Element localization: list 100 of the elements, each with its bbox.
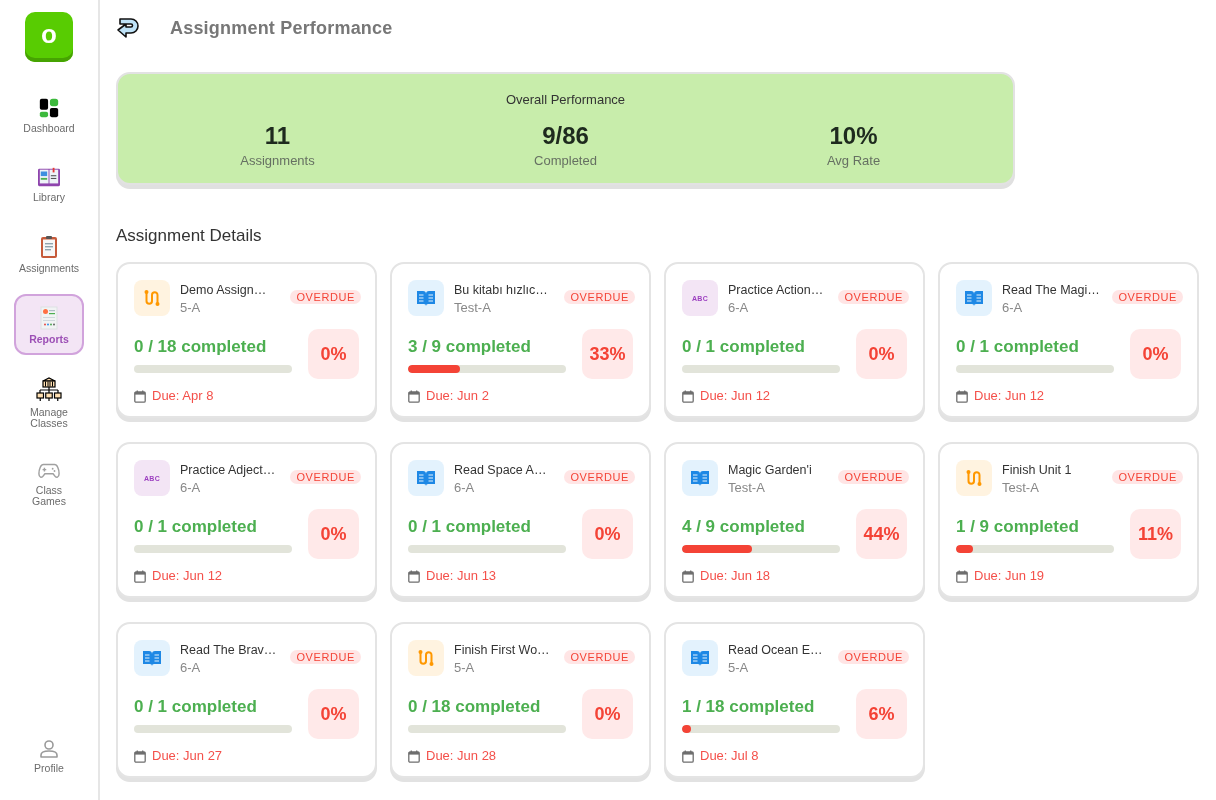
completion-percent: 0% [308,689,359,739]
open-book-icon [682,460,718,496]
due-date: Due: Jul 8 [700,748,759,764]
clipboard-icon [38,235,60,259]
assignment-title: Read Ocean E… [728,642,823,659]
route-icon [956,460,992,496]
route-icon [408,640,444,676]
gamepad-icon [38,461,60,481]
completion-count: 0 / 18 completed [408,695,542,718]
assignment-title: Finish Unit 1 [1002,462,1072,479]
assignment-title: Practice Adject… [180,462,276,479]
class-name: 6-A [180,479,201,497]
assignment-title: Read The Brav… [180,642,277,659]
nav-item[interactable]: Library [14,154,84,213]
calendar-icon [682,569,694,583]
assignment-title: Bu kitabı hızlıc… [454,282,548,299]
class-name: Test-A [454,299,491,317]
stat-label: Completed [534,153,597,169]
nav-item[interactable]: Class Games [14,449,84,517]
due-date: Due: Apr 8 [152,388,214,404]
class-name: 6-A [1002,299,1023,317]
calendar-icon [956,389,968,403]
completion-percent: 0% [856,329,907,379]
nav-item[interactable]: Manage Classes [14,365,84,439]
calendar-icon [134,569,146,583]
nav-item[interactable]: Profile [14,727,84,784]
due-date: Due: Jun 12 [152,568,223,584]
completion-percent: 44% [856,509,907,559]
nav-item[interactable]: Assignments [14,223,84,284]
completion-count: 0 / 1 completed [408,515,532,538]
section-heading: Assignment Details [116,226,262,246]
assignment-title: Read Space A… [454,462,547,479]
nav-item[interactable]: Reports [14,294,84,355]
calendar-icon [134,749,146,763]
summary-title: Overall Performance [505,92,626,107]
stat-value: 10% [829,122,878,150]
stat-value: 11 [264,122,291,150]
status-badge: OVERDUE [838,290,909,304]
app-logo: o [25,12,73,62]
completion-count: 0 / 18 completed [134,335,268,358]
completion-percent: 0% [308,329,359,379]
assignment-title: Magic Garden'i [728,462,812,479]
due-date: Due: Jun 19 [974,568,1045,584]
calendar-icon [682,749,694,763]
due-date: Due: Jun 18 [700,568,771,584]
completion-count: 1 / 18 completed [682,695,816,718]
assignment-title: Read The Magi… [1002,282,1100,299]
open-book-icon [682,640,718,676]
completion-count: 0 / 1 completed [682,335,806,358]
due-date: Due: Jun 13 [426,568,497,584]
open-book-icon [134,640,170,676]
due-date: Due: Jun 12 [700,388,771,404]
class-name: 5-A [180,299,201,317]
completion-percent: 6% [856,689,907,739]
status-badge: OVERDUE [290,470,361,484]
open-book-icon [37,166,61,188]
completion-percent: 0% [582,509,633,559]
stat-value: 9/86 [542,122,589,150]
class-name: 5-A [728,659,749,677]
back-button[interactable] [116,17,140,39]
calendar-icon [408,749,420,763]
nav-item[interactable]: Dashboard [14,85,84,144]
report-sheet-icon [38,306,60,330]
class-name: 6-A [454,479,475,497]
completion-count: 3 / 9 completed [408,335,532,358]
class-name: 6-A [180,659,201,677]
completion-count: 0 / 1 completed [134,515,258,538]
person-icon [39,739,59,759]
due-date: Due: Jun 2 [426,388,489,404]
curved-arrow-icon [116,17,140,39]
completion-percent: 0% [308,509,359,559]
completion-percent: 11% [1130,509,1181,559]
class-name: 6-A [728,299,749,317]
open-book-icon [956,280,992,316]
status-badge: OVERDUE [564,470,635,484]
completion-percent: 0% [582,689,633,739]
assignment-title: Demo Assign… [180,282,267,299]
due-date: Due: Jun 12 [974,388,1045,404]
route-icon [134,280,170,316]
completion-count: 0 / 1 completed [956,335,1080,358]
building-network-icon [36,377,62,403]
status-badge: OVERDUE [564,650,635,664]
open-book-icon [408,280,444,316]
assignment-title: Finish First Wo… [454,642,550,659]
calendar-icon [134,389,146,403]
status-badge: OVERDUE [564,290,635,304]
completion-count: 4 / 9 completed [682,515,806,538]
stat-label: Avg Rate [826,153,881,169]
stat-label: Assignments [240,153,315,169]
open-book-icon [408,460,444,496]
page-title: Assignment Performance [170,17,393,39]
status-badge: OVERDUE [1112,470,1183,484]
calendar-icon [408,389,420,403]
assignment-title: Practice Action… [728,282,824,299]
calendar-icon [682,389,694,403]
completion-count: 1 / 9 completed [956,515,1080,538]
calendar-icon [956,569,968,583]
class-name: 5-A [454,659,475,677]
status-badge: OVERDUE [290,290,361,304]
calendar-icon [408,569,420,583]
